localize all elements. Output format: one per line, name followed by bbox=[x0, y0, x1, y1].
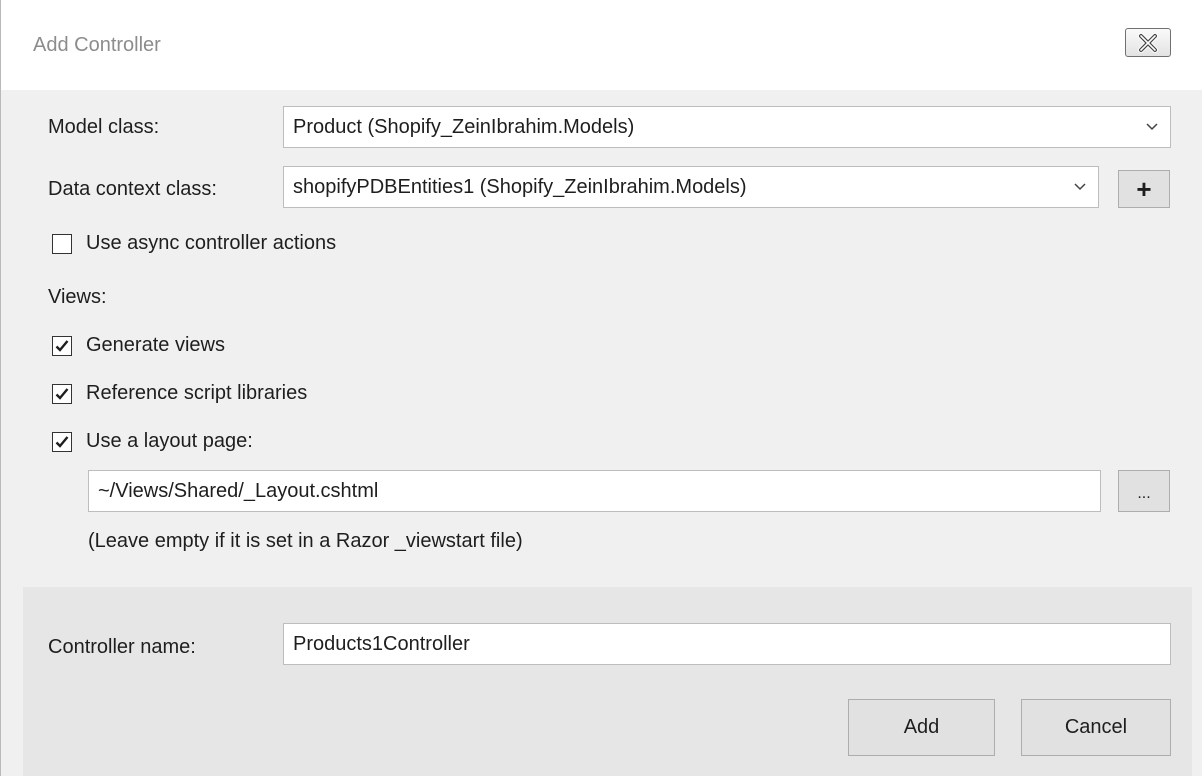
checkmark-icon bbox=[55, 436, 69, 448]
generate-views-label: Generate views bbox=[86, 334, 225, 356]
views-heading: Views: bbox=[48, 286, 107, 308]
controller-name-value: Products1Controller bbox=[293, 633, 470, 655]
controller-name-input[interactable]: Products1Controller bbox=[283, 623, 1171, 665]
model-class-dropdown[interactable]: Product (Shopify_ZeinIbrahim.Models) bbox=[283, 106, 1171, 148]
add-button[interactable]: Add bbox=[848, 699, 995, 756]
data-context-class-dropdown[interactable]: shopifyPDBEntities1 (Shopify_ZeinIbrahim… bbox=[283, 166, 1099, 208]
cancel-button[interactable]: Cancel bbox=[1021, 699, 1171, 756]
use-layout-page-checkbox[interactable] bbox=[52, 432, 72, 452]
layout-path-value: ~/Views/Shared/_Layout.cshtml bbox=[98, 480, 379, 502]
layout-hint-text: (Leave empty if it is set in a Razor _vi… bbox=[88, 530, 523, 552]
reference-scripts-label: Reference script libraries bbox=[86, 382, 308, 404]
data-context-class-value: shopifyPDBEntities1 (Shopify_ZeinIbrahim… bbox=[293, 176, 747, 198]
controller-name-label: Controller name: bbox=[48, 636, 196, 658]
model-class-label: Model class: bbox=[48, 116, 160, 138]
chevron-down-icon bbox=[1074, 167, 1086, 207]
dialog-title: Add Controller bbox=[33, 34, 161, 56]
add-data-context-button[interactable]: + bbox=[1118, 170, 1170, 208]
model-class-value: Product (Shopify_ZeinIbrahim.Models) bbox=[293, 116, 635, 138]
layout-path-input[interactable]: ~/Views/Shared/_Layout.cshtml bbox=[88, 470, 1101, 512]
close-icon bbox=[1138, 33, 1158, 53]
data-context-class-label: Data context class: bbox=[48, 178, 217, 200]
close-button[interactable] bbox=[1125, 28, 1171, 57]
chevron-down-icon bbox=[1146, 107, 1158, 147]
dialog-footer bbox=[23, 587, 1192, 776]
generate-views-checkbox[interactable] bbox=[52, 336, 72, 356]
async-actions-checkbox[interactable] bbox=[52, 234, 72, 254]
reference-scripts-checkbox[interactable] bbox=[52, 384, 72, 404]
checkmark-icon bbox=[55, 388, 69, 400]
add-controller-dialog: Add Controller Model class: Product (Sho… bbox=[0, 0, 1202, 776]
browse-layout-button[interactable]: ... bbox=[1118, 470, 1170, 512]
title-bar: Add Controller bbox=[1, 0, 1202, 90]
async-actions-label: Use async controller actions bbox=[86, 232, 337, 254]
use-layout-page-label: Use a layout page: bbox=[86, 430, 253, 452]
checkmark-icon bbox=[55, 340, 69, 352]
